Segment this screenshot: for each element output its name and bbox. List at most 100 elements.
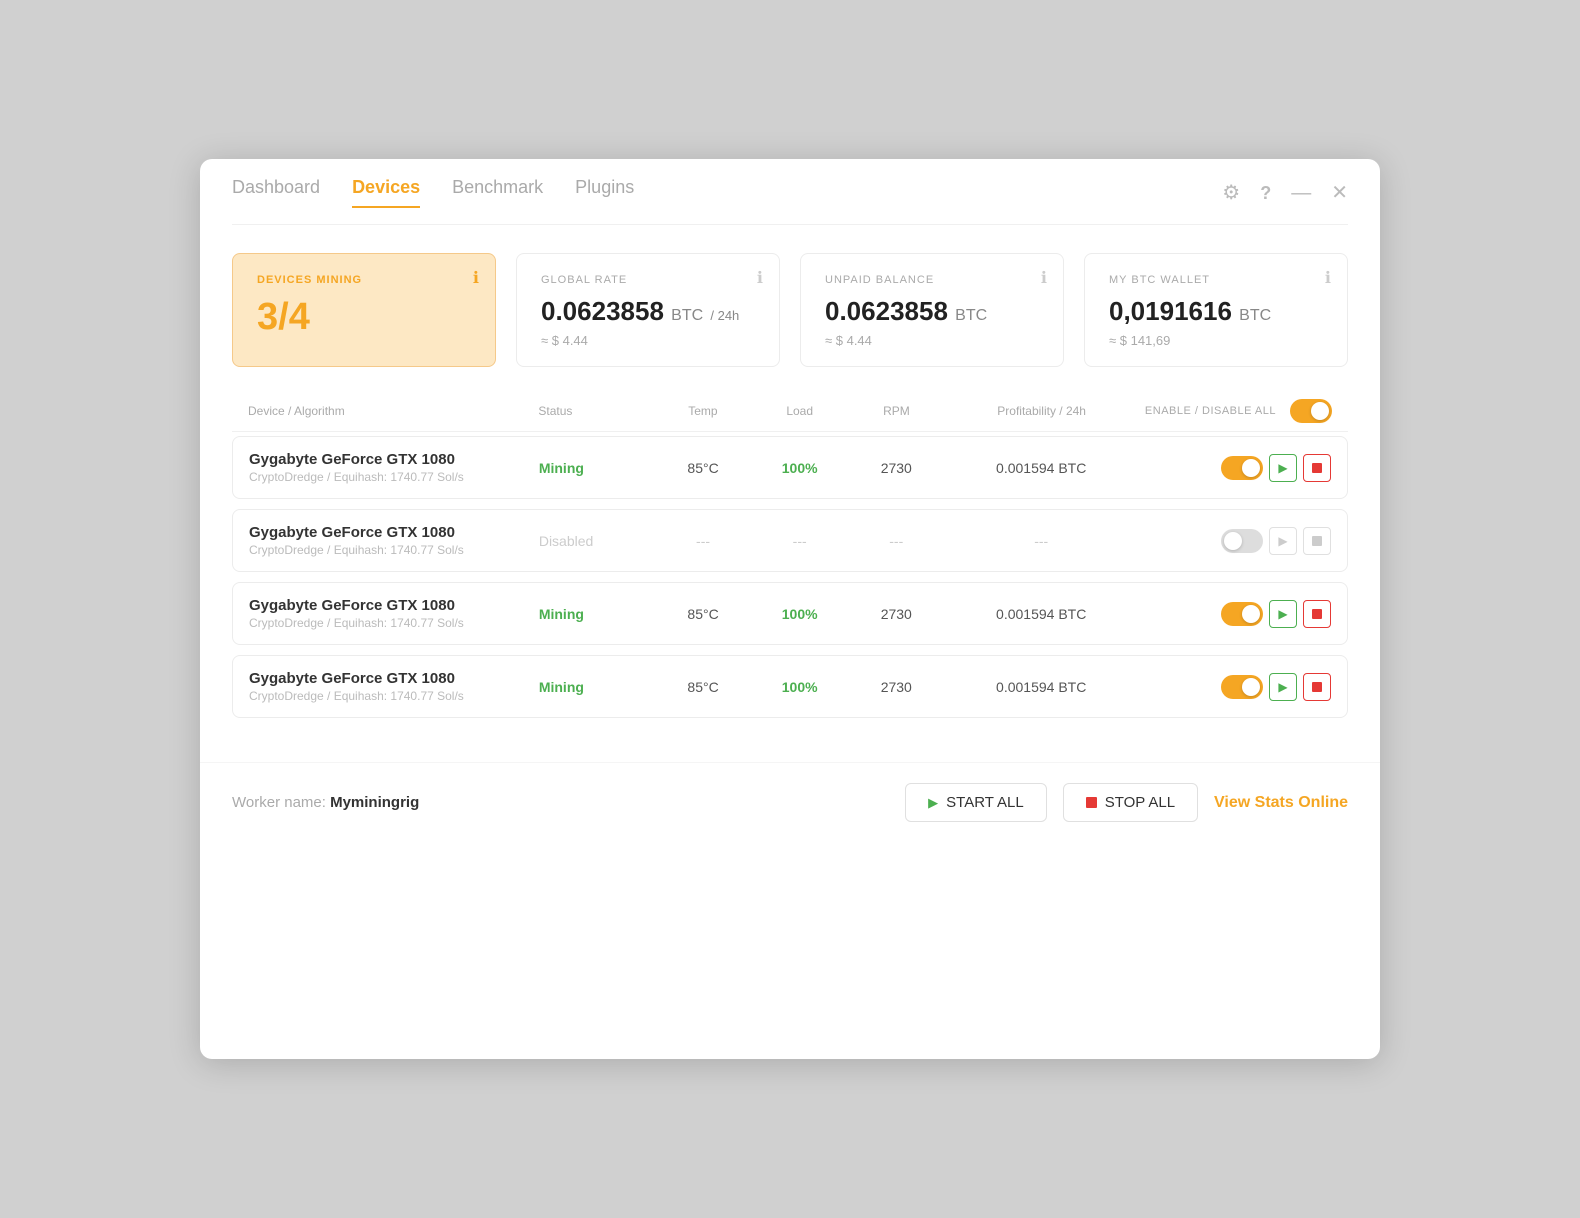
device-status: Mining bbox=[539, 606, 655, 622]
tab-dashboard[interactable]: Dashboard bbox=[232, 177, 320, 208]
col-header-device: Device / Algorithm bbox=[248, 404, 538, 418]
enable-disable-all-toggle[interactable] bbox=[1290, 399, 1332, 423]
stop-all-stop-icon bbox=[1086, 797, 1097, 808]
device-actions: ▶ bbox=[1138, 454, 1331, 482]
tab-benchmark[interactable]: Benchmark bbox=[452, 177, 543, 208]
device-profit: --- bbox=[945, 533, 1138, 549]
start-all-play-icon: ▶ bbox=[928, 795, 938, 811]
devices-current: 3 bbox=[257, 296, 278, 338]
device-load: 100% bbox=[751, 606, 848, 622]
device-play-button[interactable]: ▶ bbox=[1269, 673, 1297, 701]
stats-row: ℹ DEVICES MINING 3/4 ℹ GLOBAL RATE 0.062… bbox=[232, 253, 1348, 367]
help-icon[interactable]: ? bbox=[1260, 184, 1271, 202]
worker-name-section: Worker name: Myminingrig bbox=[232, 794, 419, 811]
device-toggle[interactable] bbox=[1221, 456, 1263, 480]
close-icon[interactable]: ✕ bbox=[1331, 183, 1348, 203]
device-profit: 0.001594 BTC bbox=[945, 606, 1138, 622]
table-header: Device / Algorithm Status Temp Load RPM … bbox=[232, 399, 1348, 432]
settings-icon[interactable]: ⚙ bbox=[1222, 183, 1240, 203]
device-temp: 85°C bbox=[655, 460, 752, 476]
table-row: Gygabyte GeForce GTX 1080 CryptoDredge /… bbox=[232, 509, 1348, 572]
devices-count: 3/4 bbox=[257, 296, 471, 339]
device-toggle[interactable] bbox=[1221, 529, 1263, 553]
devices-total: /4 bbox=[278, 296, 310, 338]
device-actions: ▶ bbox=[1138, 600, 1331, 628]
stop-all-button[interactable]: STOP ALL bbox=[1063, 783, 1198, 822]
device-profit: 0.001594 BTC bbox=[945, 679, 1138, 695]
global-rate-sub: ≈ $ 4.44 bbox=[541, 333, 755, 348]
device-name: Gygabyte GeForce GTX 1080 bbox=[249, 524, 539, 541]
col-header-status: Status bbox=[538, 404, 654, 418]
global-rate-info-icon[interactable]: ℹ bbox=[757, 268, 763, 288]
btc-wallet-label: MY BTC WALLET bbox=[1109, 274, 1323, 286]
col-header-temp: Temp bbox=[655, 404, 752, 418]
play-icon: ▶ bbox=[1278, 534, 1287, 548]
device-algo: CryptoDredge / Equihash: 1740.77 Sol/s bbox=[249, 616, 539, 630]
device-rpm: --- bbox=[848, 533, 945, 549]
device-status: Mining bbox=[539, 460, 655, 476]
device-name: Gygabyte GeForce GTX 1080 bbox=[249, 451, 539, 468]
stop-icon bbox=[1312, 609, 1322, 619]
stop-icon bbox=[1312, 463, 1322, 473]
stop-icon bbox=[1312, 682, 1322, 692]
btc-wallet-value: 0,0191616 BTC bbox=[1109, 296, 1323, 327]
device-info: Gygabyte GeForce GTX 1080 CryptoDredge /… bbox=[249, 670, 539, 703]
titlebar: Dashboard Devices Benchmark Plugins ⚙ ? … bbox=[200, 159, 1380, 208]
devices-info-icon[interactable]: ℹ bbox=[473, 268, 479, 288]
global-rate-value: 0.0623858 BTC / 24h bbox=[541, 296, 755, 327]
device-info: Gygabyte GeForce GTX 1080 CryptoDredge /… bbox=[249, 524, 539, 557]
device-profit: 0.001594 BTC bbox=[945, 460, 1138, 476]
device-stop-button[interactable] bbox=[1303, 527, 1331, 555]
play-icon: ▶ bbox=[1278, 680, 1287, 694]
device-temp: 85°C bbox=[655, 606, 752, 622]
device-play-button[interactable]: ▶ bbox=[1269, 454, 1297, 482]
device-algo: CryptoDredge / Equihash: 1740.77 Sol/s bbox=[249, 689, 539, 703]
device-algo: CryptoDredge / Equihash: 1740.77 Sol/s bbox=[249, 543, 539, 557]
global-rate-label: GLOBAL RATE bbox=[541, 274, 755, 286]
table-row: Gygabyte GeForce GTX 1080 CryptoDredge /… bbox=[232, 655, 1348, 718]
btc-wallet-sub: ≈ $ 141,69 bbox=[1109, 333, 1323, 348]
bottom-actions: ▶ START ALL STOP ALL View Stats Online bbox=[905, 783, 1348, 822]
view-stats-button[interactable]: View Stats Online bbox=[1214, 794, 1348, 812]
device-stop-button[interactable] bbox=[1303, 454, 1331, 482]
table-row: Gygabyte GeForce GTX 1080 CryptoDredge /… bbox=[232, 436, 1348, 499]
main-content: ℹ DEVICES MINING 3/4 ℹ GLOBAL RATE 0.062… bbox=[200, 225, 1380, 752]
device-rpm: 2730 bbox=[848, 679, 945, 695]
start-all-button[interactable]: ▶ START ALL bbox=[905, 783, 1047, 822]
btc-wallet-card: ℹ MY BTC WALLET 0,0191616 BTC ≈ $ 141,69 bbox=[1084, 253, 1348, 367]
devices-mining-card: ℹ DEVICES MINING 3/4 bbox=[232, 253, 496, 367]
device-toggle[interactable] bbox=[1221, 675, 1263, 699]
unpaid-balance-label: UNPAID BALANCE bbox=[825, 274, 1039, 286]
device-name: Gygabyte GeForce GTX 1080 bbox=[249, 597, 539, 614]
bottom-bar: Worker name: Myminingrig ▶ START ALL STO… bbox=[200, 762, 1380, 846]
devices-mining-label: DEVICES MINING bbox=[257, 274, 471, 286]
device-info: Gygabyte GeForce GTX 1080 CryptoDredge /… bbox=[249, 597, 539, 630]
col-header-actions: ENABLE / DISABLE ALL bbox=[1138, 399, 1332, 423]
device-toggle[interactable] bbox=[1221, 602, 1263, 626]
window-controls: ⚙ ? — ✕ bbox=[1222, 183, 1348, 203]
device-actions: ▶ bbox=[1138, 673, 1331, 701]
tab-plugins[interactable]: Plugins bbox=[575, 177, 634, 208]
main-window: Dashboard Devices Benchmark Plugins ⚙ ? … bbox=[200, 159, 1380, 1059]
nav-tabs: Dashboard Devices Benchmark Plugins bbox=[232, 177, 634, 208]
device-status: Mining bbox=[539, 679, 655, 695]
col-header-rpm: RPM bbox=[848, 404, 945, 418]
device-play-button[interactable]: ▶ bbox=[1269, 600, 1297, 628]
col-header-profit: Profitability / 24h bbox=[945, 404, 1139, 418]
minimize-icon[interactable]: — bbox=[1291, 183, 1311, 203]
device-load: 100% bbox=[751, 460, 848, 476]
btc-wallet-info-icon[interactable]: ℹ bbox=[1325, 268, 1331, 288]
device-actions: ▶ bbox=[1138, 527, 1331, 555]
device-status: Disabled bbox=[539, 533, 655, 549]
stop-icon bbox=[1312, 536, 1322, 546]
device-stop-button[interactable] bbox=[1303, 673, 1331, 701]
play-icon: ▶ bbox=[1278, 461, 1287, 475]
unpaid-balance-info-icon[interactable]: ℹ bbox=[1041, 268, 1047, 288]
device-play-button[interactable]: ▶ bbox=[1269, 527, 1297, 555]
device-stop-button[interactable] bbox=[1303, 600, 1331, 628]
device-temp: --- bbox=[655, 533, 752, 549]
enable-disable-all-label: ENABLE / DISABLE ALL bbox=[1145, 405, 1276, 417]
unpaid-balance-value: 0.0623858 BTC bbox=[825, 296, 1039, 327]
play-icon: ▶ bbox=[1278, 607, 1287, 621]
tab-devices[interactable]: Devices bbox=[352, 177, 420, 208]
